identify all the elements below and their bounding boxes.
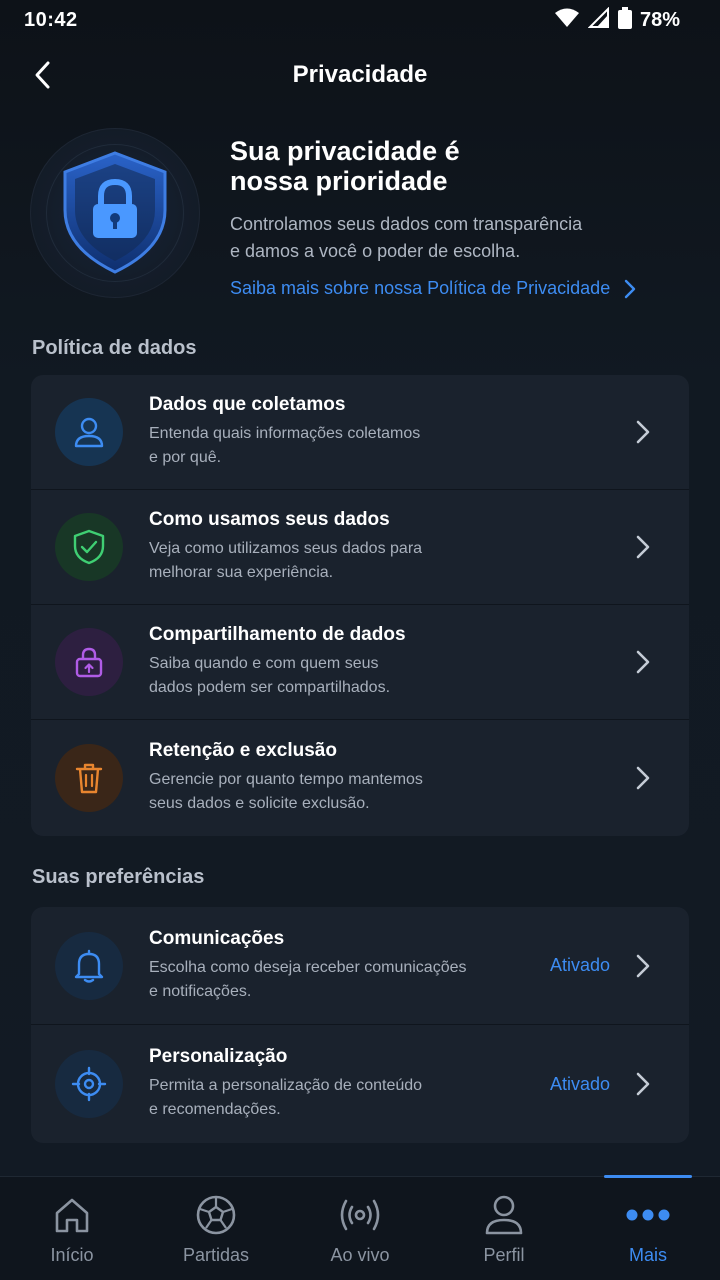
row-text: Como usamos seus dados Veja como utiliza… (149, 509, 423, 581)
chevron-right-icon (631, 647, 655, 677)
profile-icon (484, 1195, 524, 1235)
status-badge: Ativado (549, 955, 610, 975)
battery-icon (617, 6, 632, 34)
nav-label: Partidas (182, 1245, 250, 1265)
row-data-usage[interactable]: Como usamos seus dados Veja como utiliza… (31, 490, 689, 605)
status-icons: 78% (554, 6, 680, 34)
nav-item-perfil[interactable]: Perfil (432, 1177, 576, 1280)
row-text: Personalização Permita a personalização … (149, 1046, 423, 1118)
hero-shield-illustration (30, 128, 200, 298)
row-retention-deletion[interactable]: Retenção e exclusão Gerencie por quanto … (31, 720, 689, 836)
privacy-screen: 10:42 78% Privacidade Sua privacidade é … (0, 0, 720, 1280)
status-badge: Ativado (549, 1073, 610, 1094)
lock-share-icon (55, 628, 123, 696)
chevron-right-icon (631, 417, 655, 447)
battery-percent: 78% (639, 8, 680, 31)
nav-item-ao-vivo[interactable]: Ao vivo (288, 1177, 432, 1280)
nav-label: Ao vivo (330, 1245, 390, 1265)
chevron-right-icon (625, 279, 636, 298)
row-communications[interactable]: Comunicações Escolha como deseja receber… (31, 907, 689, 1025)
ball-icon (195, 1195, 237, 1235)
more-icon (626, 1195, 670, 1235)
signal-icon (587, 6, 610, 34)
status-time: 10:42 (24, 8, 78, 31)
row-personalization[interactable]: Personalização Permita a personalização … (31, 1025, 689, 1143)
section-title-data-policy: Política de dados (32, 337, 197, 359)
row-text: Compartilhamento de dados Saiba quando e… (149, 624, 406, 696)
hero-title: Sua privacidade é nossa prioridade (230, 136, 460, 196)
nav-label: Início (50, 1245, 94, 1265)
hero-description: Controlamos seus dados com transparência… (230, 214, 583, 261)
user-icon (55, 398, 123, 466)
section-title-preferences: Suas preferências (32, 866, 205, 888)
wifi-icon (554, 8, 580, 33)
active-tab-indicator (604, 1175, 692, 1178)
nav-label: Mais (628, 1245, 667, 1265)
privacy-policy-link-label: Saiba mais sobre nossa Política de Priva… (230, 278, 611, 298)
data-policy-card: Dados que coletamos Entenda quais inform… (31, 375, 689, 836)
nav-item-mais[interactable]: Mais (576, 1175, 720, 1280)
target-icon (55, 1050, 123, 1118)
back-arrow-icon (35, 61, 50, 89)
bell-icon (55, 931, 123, 1000)
page-title: Privacidade (292, 61, 428, 88)
bottom-navigation: Início Partidas Ao vivo Perfil Mais (0, 1175, 720, 1280)
row-data-collected[interactable]: Dados que coletamos Entenda quais inform… (31, 375, 689, 490)
row-text: Retenção e exclusão Gerencie por quanto … (149, 740, 423, 812)
nav-item-inicio[interactable]: Início (0, 1177, 144, 1280)
home-icon (52, 1195, 92, 1235)
row-data-sharing[interactable]: Compartilhamento de dados Saiba quando e… (31, 605, 689, 720)
shield-lock-icon (63, 151, 167, 274)
trash-icon (55, 744, 123, 812)
preferences-card: Comunicações Escolha como deseja receber… (31, 907, 689, 1143)
shield-check-icon (55, 513, 123, 581)
chevron-right-icon (631, 763, 655, 793)
row-text: Dados que coletamos Entenda quais inform… (149, 394, 421, 466)
back-button[interactable] (22, 54, 64, 96)
chevron-right-icon (631, 532, 655, 562)
chevron-right-icon (631, 951, 655, 981)
nav-label: Perfil (483, 1245, 525, 1265)
chevron-right-icon (631, 1069, 655, 1099)
status-bar: 10:42 78% (0, 0, 720, 40)
row-text: Comunicações Escolha como deseja receber… (149, 927, 467, 1000)
top-bar: Privacidade (0, 40, 720, 110)
broadcast-icon (337, 1195, 383, 1235)
nav-item-partidas[interactable]: Partidas (144, 1177, 288, 1280)
privacy-policy-link[interactable]: Saiba mais sobre nossa Política de Priva… (230, 278, 636, 299)
